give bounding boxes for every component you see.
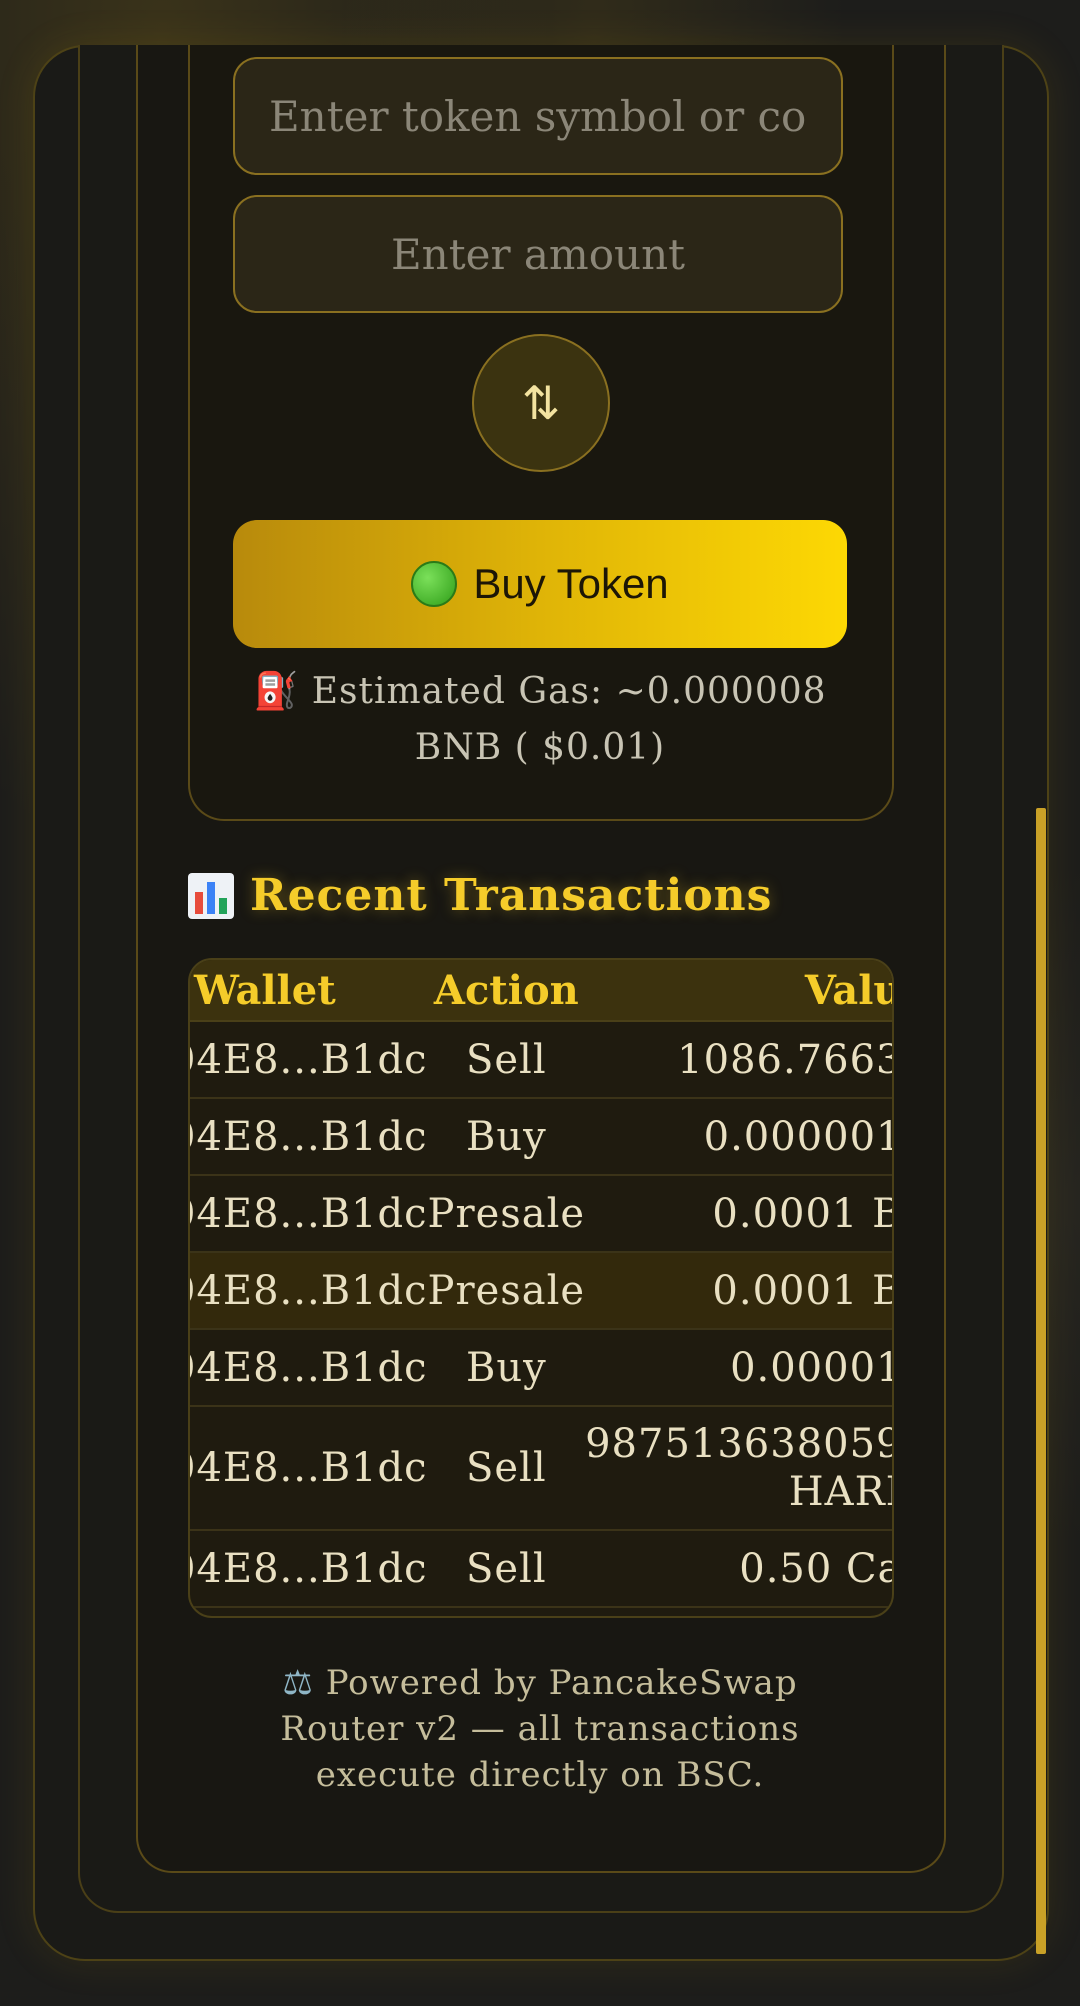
- row-wallet: 04E8...B1dc: [190, 1530, 428, 1608]
- header-action: Action: [427, 960, 586, 1022]
- recent-transactions-heading: Recent Transactions: [188, 870, 772, 921]
- table-row: 04E8...B1dc Sell 987513638059 HARI: [190, 1406, 894, 1531]
- row-action: Presale: [427, 1175, 586, 1253]
- balance-scale-icon: ⚖: [282, 1663, 314, 1703]
- buy-token-label: Buy Token: [473, 560, 669, 607]
- fuel-pump-icon: ⛽: [253, 671, 300, 712]
- row-action: Buy: [427, 1098, 586, 1176]
- table-header-row: Wallet Action Valu: [190, 960, 892, 1022]
- table-row: 04E8...B1dc Buy 0.00001: [190, 1329, 892, 1407]
- table-row: 04E8...B1dc Sell 1086.7663: [190, 1021, 892, 1099]
- row-value: 1086.7663: [585, 1021, 892, 1099]
- row-action: Sell: [427, 1530, 586, 1608]
- row-action: Sell: [427, 1021, 586, 1099]
- row-value: 0.00001: [585, 1329, 892, 1407]
- row-wallet: 04E8...B1dc: [190, 1329, 428, 1407]
- row-action: Buy: [427, 1329, 586, 1407]
- row-value: 0.0001 B: [585, 1175, 892, 1253]
- table-row: 04E8...B1dc Sell 0.50 Ca: [190, 1530, 892, 1608]
- row-value: 0.000001: [585, 1098, 892, 1176]
- row-value-line1: 987513638059: [585, 1421, 894, 1467]
- row-action: Sell: [427, 1406, 586, 1531]
- row-value-line2: HARI: [788, 1469, 894, 1515]
- table-row: 04E8...B1dc Presale 0.0001 B: [190, 1175, 892, 1253]
- recent-transactions-title: Recent Transactions: [250, 870, 773, 921]
- row-action: Presale: [427, 1252, 586, 1330]
- row-wallet: 04E8...B1dc: [190, 1406, 428, 1531]
- header-value: Valu: [585, 960, 892, 1022]
- swap-direction-button[interactable]: ⇅: [472, 334, 610, 472]
- buy-token-button[interactable]: Buy Token: [233, 520, 847, 648]
- row-wallet: 04E8...B1dc: [190, 1021, 428, 1099]
- row-wallet: 04E8...B1dc: [190, 1175, 428, 1253]
- token-address-input[interactable]: [233, 57, 843, 175]
- row-value: 0.0001 B: [585, 1252, 892, 1330]
- row-value: 987513638059 HARI: [585, 1406, 894, 1531]
- gas-estimate: ⛽ Estimated Gas: ~0.000008 BNB ( $0.01): [233, 664, 847, 776]
- swap-arrows-icon: ⇅: [521, 376, 561, 430]
- bar-chart-icon: [188, 872, 234, 919]
- footer-text: Powered by PancakeSwap Router v2 — all t…: [280, 1663, 800, 1795]
- table-row-hovered: 04E8...B1dc Presale 0.0001 B: [190, 1252, 892, 1330]
- header-wallet: Wallet: [190, 960, 428, 1022]
- table-row: 04E8...B1dc Buy 0.000001: [190, 1098, 892, 1176]
- row-wallet: 04E8...B1dc: [190, 1252, 428, 1330]
- green-circle-icon: [411, 561, 458, 607]
- scrollbar-thumb[interactable]: [1036, 808, 1046, 1954]
- footer-note: ⚖ Powered by PancakeSwap Router v2 — all…: [233, 1660, 847, 1798]
- transactions-table: Wallet Action Valu 04E8...B1dc Sell 1086…: [188, 958, 894, 1618]
- row-wallet: 04E8...B1dc: [190, 1098, 428, 1176]
- amount-input[interactable]: [233, 195, 843, 313]
- row-value: 0.50 Ca: [585, 1530, 892, 1608]
- gas-estimate-text: Estimated Gas: ~0.000008 BNB ( $0.01): [311, 671, 827, 768]
